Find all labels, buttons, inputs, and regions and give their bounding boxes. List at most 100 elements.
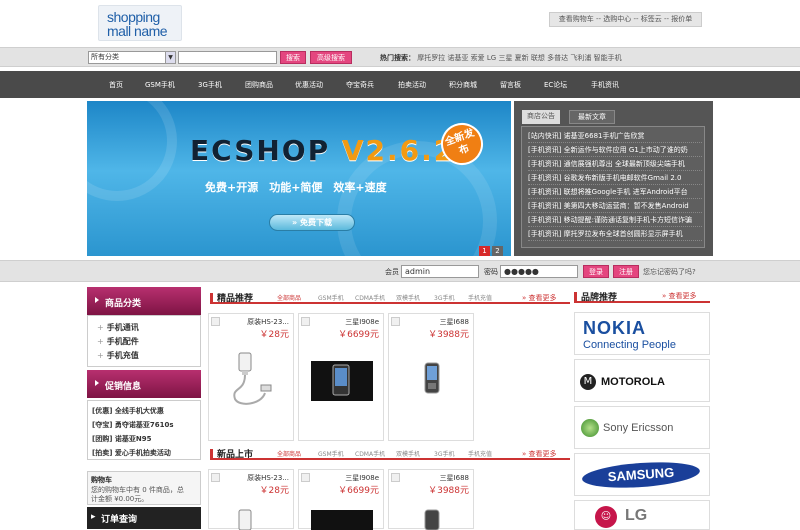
tab-cdma[interactable]: CDMA手机 xyxy=(355,293,385,302)
phone-image[interactable] xyxy=(401,506,463,530)
product-card[interactable]: 原装HS-23... ￥28元 xyxy=(208,469,294,530)
login-button[interactable]: 登录 xyxy=(583,265,609,278)
news-item[interactable]: [站内快讯] 诺基亚6681手机广告欣赏 xyxy=(528,130,702,143)
promo-item[interactable]: [优惠] 全线手机大优惠 xyxy=(92,406,164,416)
tab-latest-articles[interactable]: 最新文章 xyxy=(569,110,615,124)
samsung-logo: SAMSUNG xyxy=(581,458,701,492)
arrow-right-icon: ▸ xyxy=(91,512,96,522)
nav-item-guestbook[interactable]: 留言板 xyxy=(500,80,521,90)
brand-title: 品牌推荐 xyxy=(574,290,617,303)
tab-gsm[interactable]: GSM手机 xyxy=(318,449,344,458)
phone-image[interactable] xyxy=(401,347,463,409)
promo-item[interactable]: [夺宝] 勇夺诺基亚7610s xyxy=(92,420,173,430)
news-item[interactable]: [手机资讯] 全新运作与软件应用 G1上市动了谁的奶 xyxy=(528,144,702,157)
news-list: [站内快讯] 诺基亚6681手机广告欣赏 [手机资讯] 全新运作与软件应用 G1… xyxy=(521,126,705,248)
hot-search-terms[interactable]: 摩托罗拉 诺基亚 索爱 LG 三星 夏新 联想 多普达 飞利浦 智能手机 xyxy=(417,54,621,62)
register-button[interactable]: 注册 xyxy=(613,265,639,278)
nav-item-auction[interactable]: 拍卖活动 xyxy=(398,80,426,90)
tab-3g[interactable]: 3G手机 xyxy=(434,449,454,458)
banner[interactable]: ECSHOP V2.6.2 全新发布 免费+开源 功能+简便 效率+速度 » 免… xyxy=(87,101,511,256)
forgot-password-link[interactable]: 您忘记密码了吗? xyxy=(643,267,696,277)
cart-total: 计金额 ¥0.00元。 xyxy=(91,495,149,503)
news-item[interactable]: [手机资讯] 联想将推Google手机 进军Android平台 xyxy=(528,186,702,199)
username-input[interactable]: admin xyxy=(401,265,479,278)
order-query-header[interactable]: ▸ 订单查询 xyxy=(87,507,201,529)
new-arrivals-title: 新品上市 xyxy=(210,447,253,460)
news-item[interactable]: [手机资讯] 移动提醒:谨防通话复制手机卡方短信诈骗 xyxy=(528,214,702,227)
top-links[interactable]: 查看购物车 -- 选购中心 -- 标签云 -- 报价单 xyxy=(549,12,702,27)
news-item[interactable]: [手机资讯] 通信展强机尊出 全球最新顶级尖端手机 xyxy=(528,158,702,171)
thumbnail-icon xyxy=(211,473,220,482)
brand-more-link[interactable]: » 查看更多 xyxy=(662,291,697,301)
logo[interactable]: shopping mall name xyxy=(98,5,182,41)
brand-nokia[interactable]: NOKIA Connecting People xyxy=(574,312,710,355)
banner-title: ECSHOP V2.6.2 xyxy=(190,134,455,167)
news-item[interactable]: [手机资讯] 摩托罗拉发布全球首创圆形显示屏手机 xyxy=(528,228,702,241)
product-card[interactable]: 三星I908e ￥6699元 xyxy=(298,469,384,530)
product-card[interactable]: 三星I908e ￥6699元 xyxy=(298,313,384,441)
category-select[interactable]: 所有分类 ▼ xyxy=(88,51,176,64)
news-item[interactable]: [手机资讯] 美第四大移动运营商：暂不发售Android xyxy=(528,200,702,213)
phone-image[interactable] xyxy=(311,347,373,409)
category-item[interactable]: 手机通讯 xyxy=(97,322,139,333)
brand-motorola[interactable]: M MOTOROLA xyxy=(574,359,710,402)
search-button[interactable]: 搜索 xyxy=(280,51,306,64)
tab-dual-mode[interactable]: 双模手机 xyxy=(396,293,420,302)
nav-item-snatch[interactable]: 夺宝奇兵 xyxy=(346,80,374,90)
product-name[interactable]: 三星I908e xyxy=(345,473,379,483)
nav-item-points-mall[interactable]: 积分商城 xyxy=(449,80,477,90)
lg-logo: LG xyxy=(625,507,648,524)
category-title: 商品分类 xyxy=(105,299,142,309)
nav-item-news[interactable]: 手机资讯 xyxy=(591,80,619,90)
brand-sony-ericsson[interactable]: Sony Ericsson xyxy=(574,406,710,449)
product-name[interactable]: 原装HS-23... xyxy=(247,473,289,483)
cart-title: 购物车 xyxy=(91,476,112,484)
new-arrivals-more-link[interactable]: » 查看更多 xyxy=(522,449,557,459)
category-header: 商品分类 xyxy=(87,287,201,315)
tab-cdma[interactable]: CDMA手机 xyxy=(355,449,385,458)
charger-image[interactable] xyxy=(221,506,283,530)
brand-lg[interactable]: ☺ LG xyxy=(574,500,710,530)
nav-item-groupbuy[interactable]: 团购商品 xyxy=(245,80,273,90)
product-card[interactable]: 三星I688 ￥3988元 xyxy=(388,313,474,441)
tab-all[interactable]: 全部商品 xyxy=(277,449,301,458)
product-card[interactable]: 三星I688 ￥3988元 xyxy=(388,469,474,530)
nav-item-promotions[interactable]: 优惠活动 xyxy=(295,80,323,90)
tab-gsm[interactable]: GSM手机 xyxy=(318,293,344,302)
download-button[interactable]: » 免费下载 xyxy=(269,214,355,231)
tab-3g[interactable]: 3G手机 xyxy=(434,293,454,302)
banner-page-1[interactable]: 1 xyxy=(479,246,490,256)
nav-item-3g[interactable]: 3G手机 xyxy=(198,80,222,90)
tab-all[interactable]: 全部商品 xyxy=(277,293,301,302)
product-name[interactable]: 三星I908e xyxy=(345,317,379,327)
category-item[interactable]: 手机配件 xyxy=(97,336,139,347)
search-input[interactable] xyxy=(178,51,277,64)
category-select-value: 所有分类 xyxy=(91,53,119,61)
featured-more-link[interactable]: » 查看更多 xyxy=(522,293,557,303)
product-name[interactable]: 三星I688 xyxy=(440,473,469,483)
news-item[interactable]: [手机资讯] 谷歌发布新版手机电邮软件Gmail 2.0 xyxy=(528,172,702,185)
charger-image[interactable] xyxy=(221,347,283,409)
thumbnail-icon xyxy=(211,317,220,326)
advanced-search-button[interactable]: 高级搜索 xyxy=(310,51,352,64)
phone-image[interactable] xyxy=(311,506,373,530)
product-price: ￥28元 xyxy=(259,330,289,340)
tab-dual-mode[interactable]: 双模手机 xyxy=(396,449,420,458)
brand-samsung[interactable]: SAMSUNG xyxy=(574,453,710,496)
product-name[interactable]: 三星I688 xyxy=(440,317,469,327)
password-input[interactable]: ●●●●● xyxy=(500,265,578,278)
cart-box[interactable]: 购物车 您的购物车中有 0 件商品，总 计金额 ¥0.00元。 xyxy=(87,471,201,505)
promo-item[interactable]: [团购] 诺基亚N95 xyxy=(92,434,151,444)
banner-page-2[interactable]: 2 xyxy=(492,246,503,256)
arrow-right-icon xyxy=(95,380,99,386)
nav-item-forum[interactable]: EC论坛 xyxy=(544,80,567,90)
nav-item-gsm[interactable]: GSM手机 xyxy=(145,80,175,90)
tab-announcements[interactable]: 商店公告 xyxy=(522,110,560,124)
category-item[interactable]: 手机充值 xyxy=(97,350,139,361)
tab-recharge[interactable]: 手机充值 xyxy=(468,293,492,302)
nav-item-home[interactable]: 首页 xyxy=(109,80,123,90)
product-name[interactable]: 原装HS-23... xyxy=(247,317,289,327)
product-card[interactable]: 原装HS-23... ￥28元 xyxy=(208,313,294,441)
tab-recharge[interactable]: 手机充值 xyxy=(468,449,492,458)
promo-item[interactable]: [拍卖] 爱心手机拍卖活动 xyxy=(92,448,171,458)
